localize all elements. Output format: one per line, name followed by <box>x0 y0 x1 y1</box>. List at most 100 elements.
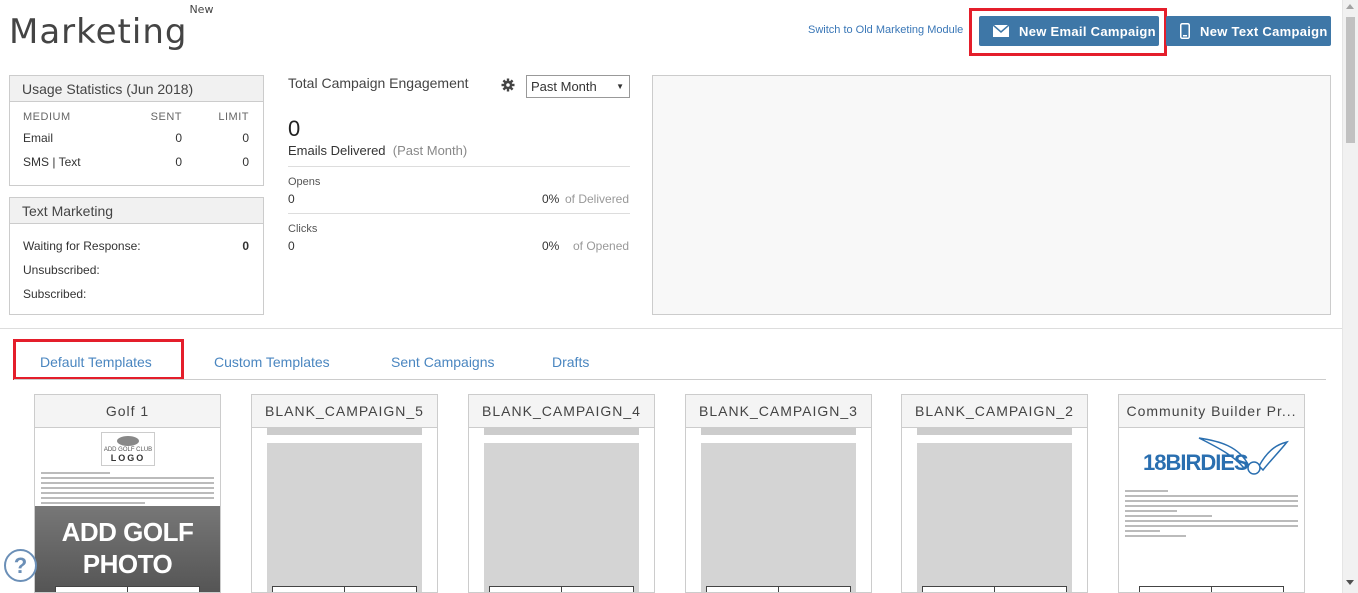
unsubscribed-row: Unsubscribed: <box>10 258 263 282</box>
new-text-campaign-button[interactable]: New Text Campaign <box>1166 16 1331 46</box>
template-actions[interactable] <box>489 586 634 592</box>
tab-underline <box>14 379 1326 380</box>
clicks-value: 0 <box>288 239 295 253</box>
template-name: Golf 1 <box>35 395 220 428</box>
waiting-label: Waiting for Response: <box>23 239 141 253</box>
blank-header-bar <box>701 428 856 435</box>
clicks-pct: 0% <box>542 239 560 253</box>
opens-pct: 0% <box>542 192 560 206</box>
preview-text-lines <box>41 472 214 507</box>
new-badge: New <box>189 2 214 16</box>
usage-table-header: MEDIUM SENT LIMIT <box>10 108 263 126</box>
col-medium: MEDIUM <box>23 111 71 123</box>
page-title: MarketingNew <box>9 3 213 52</box>
template-card-blank-5[interactable]: BLANK_CAMPAIGN_5 <box>251 394 438 593</box>
template-card-golf-1[interactable]: Golf 1 ADD GOLF CLUB LOGO ADD GOLF PHOTO <box>34 394 221 593</box>
blank-header-bar <box>917 428 1072 435</box>
blank-header-bar <box>267 428 422 435</box>
period-select[interactable]: Past Month ▼ <box>526 75 630 98</box>
waiting-value: 0 <box>242 239 249 253</box>
text-marketing-title: Text Marketing <box>10 198 263 224</box>
template-name: BLANK_CAMPAIGN_2 <box>902 395 1087 428</box>
table-row: SMS | Text 0 0 <box>10 150 263 174</box>
scroll-down-icon[interactable] <box>1346 580 1354 585</box>
blank-preview <box>917 443 1072 592</box>
template-card-community-builder[interactable]: Community Builder Pr... 18BIRDIES <box>1118 394 1305 593</box>
new-email-campaign-label: New Email Campaign <box>1019 23 1156 39</box>
blank-preview <box>484 443 639 592</box>
delivered-period: (Past Month) <box>392 143 468 158</box>
birdies-logo: 18BIRDIES <box>1143 450 1249 475</box>
preview-text-lines <box>1125 490 1298 540</box>
blank-preview <box>701 443 856 592</box>
tab-default-templates[interactable]: Default Templates <box>40 354 152 370</box>
golf-photo-placeholder: ADD GOLF PHOTO <box>35 506 220 592</box>
period-select-value: Past Month <box>531 79 597 94</box>
opens-of: of Delivered <box>565 192 630 206</box>
subscribed-label: Subscribed: <box>23 287 87 301</box>
help-button[interactable]: ? <box>4 549 37 582</box>
blank-gap <box>484 435 639 441</box>
template-actions[interactable] <box>922 586 1067 592</box>
waiting-row: Waiting for Response: 0 <box>10 234 263 258</box>
usage-statistics-panel: Usage Statistics (Jun 2018) MEDIUM SENT … <box>9 75 264 186</box>
tab-sent-campaigns[interactable]: Sent Campaigns <box>391 354 495 370</box>
subscribed-row: Subscribed: <box>10 282 263 306</box>
text-marketing-panel: Text Marketing Waiting for Response: 0 U… <box>9 197 264 315</box>
template-actions[interactable] <box>1139 586 1284 592</box>
unsubscribed-label: Unsubscribed: <box>23 263 100 277</box>
template-name: BLANK_CAMPAIGN_5 <box>252 395 437 428</box>
envelope-icon <box>993 25 1009 37</box>
blank-preview <box>267 443 422 592</box>
delivered-count: 0 <box>288 116 301 141</box>
engagement-title: Total Campaign Engagement <box>288 75 469 91</box>
tab-drafts[interactable]: Drafts <box>552 354 589 370</box>
blank-header-bar <box>484 428 639 435</box>
divider <box>288 166 630 167</box>
template-actions[interactable] <box>272 586 417 592</box>
opens-value: 0 <box>288 192 295 206</box>
sent-cell: 0 <box>175 155 182 169</box>
template-name: Community Builder Pr... <box>1119 395 1304 428</box>
gear-icon[interactable] <box>501 78 515 92</box>
engagement-chart-area <box>652 75 1331 315</box>
delivered-label: Emails Delivered <box>288 143 386 158</box>
template-actions[interactable] <box>55 586 200 592</box>
limit-cell: 0 <box>242 131 249 145</box>
logo-oval-icon <box>117 436 139 446</box>
clicks-label: Clicks <box>288 223 318 235</box>
template-card-blank-2[interactable]: BLANK_CAMPAIGN_2 <box>901 394 1088 593</box>
template-actions[interactable] <box>706 586 851 592</box>
template-name: BLANK_CAMPAIGN_3 <box>686 395 871 428</box>
usage-table: MEDIUM SENT LIMIT Email 0 0 SMS | Text 0… <box>10 108 263 174</box>
new-email-campaign-button[interactable]: New Email Campaign <box>979 16 1159 46</box>
template-card-blank-4[interactable]: BLANK_CAMPAIGN_4 <box>468 394 655 593</box>
scroll-thumb[interactable] <box>1346 17 1355 143</box>
scroll-up-icon[interactable] <box>1346 4 1354 9</box>
col-sent: SENT <box>150 111 182 123</box>
page-scrollbar[interactable] <box>1342 0 1358 593</box>
template-card-blank-3[interactable]: BLANK_CAMPAIGN_3 <box>685 394 872 593</box>
sent-cell: 0 <box>175 131 182 145</box>
blank-gap <box>917 435 1072 441</box>
club-logo-placeholder: ADD GOLF CLUB LOGO <box>101 432 155 466</box>
medium-cell: Email <box>23 131 54 145</box>
template-name: BLANK_CAMPAIGN_4 <box>469 395 654 428</box>
divider <box>288 213 630 214</box>
logo-line2: LOGO <box>110 453 146 463</box>
delivered-line: Emails Delivered (Past Month) <box>288 143 467 158</box>
tab-custom-templates[interactable]: Custom Templates <box>214 354 330 370</box>
page-title-text: Marketing <box>9 12 188 52</box>
new-text-campaign-label: New Text Campaign <box>1200 23 1328 39</box>
caret-down-icon: ▼ <box>616 82 624 91</box>
medium-cell: SMS | Text <box>23 155 81 169</box>
clicks-of: of Opened <box>573 239 630 253</box>
col-limit: LIMIT <box>218 111 249 123</box>
switch-old-module-link[interactable]: Switch to Old Marketing Module <box>808 24 963 36</box>
usage-statistics-title: Usage Statistics (Jun 2018) <box>10 76 263 102</box>
template-preview: ADD GOLF CLUB LOGO ADD GOLF PHOTO <box>35 428 220 592</box>
mobile-phone-icon <box>1180 23 1190 39</box>
table-row: Email 0 0 <box>10 126 263 150</box>
template-preview: 18BIRDIES <box>1119 428 1304 592</box>
limit-cell: 0 <box>242 155 249 169</box>
